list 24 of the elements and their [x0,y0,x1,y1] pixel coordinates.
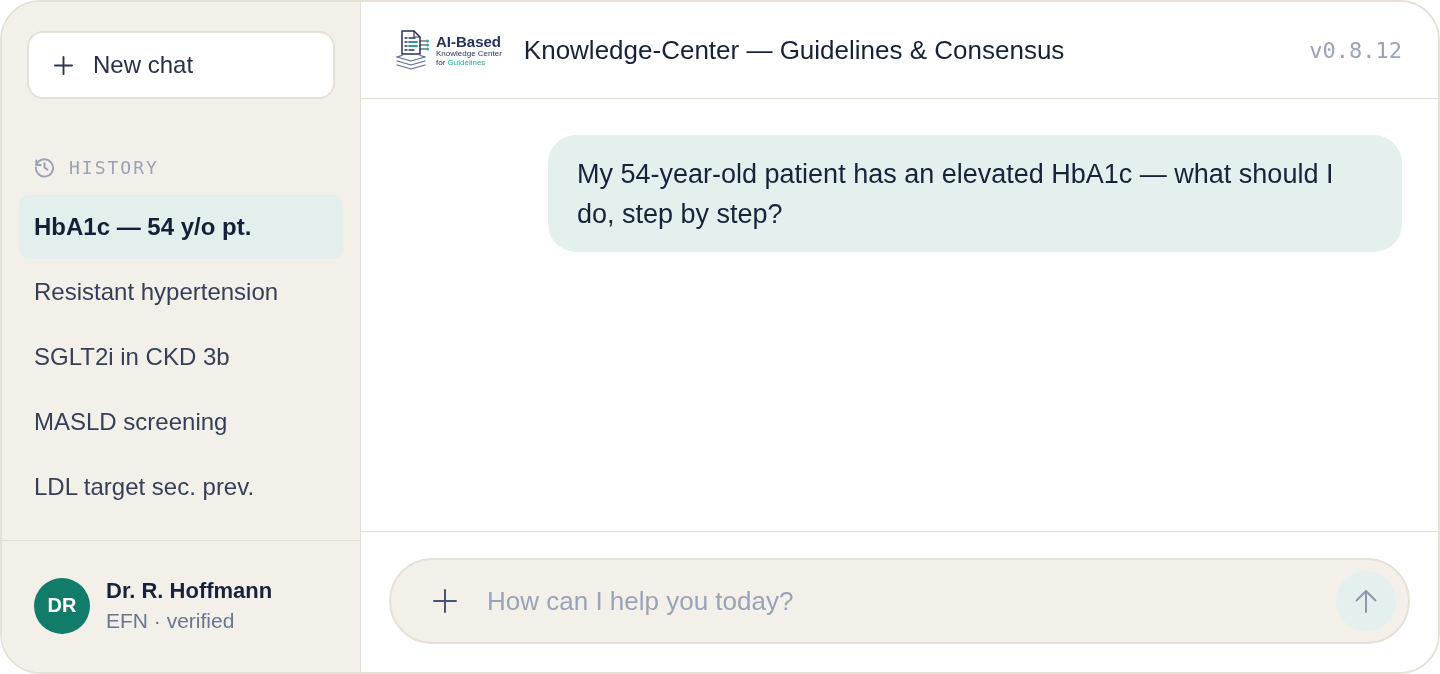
message-input[interactable]: How can I help you today? [487,582,1324,620]
message-composer[interactable]: How can I help you today? [389,558,1410,644]
document-stack-icon [396,30,430,70]
user-status: EFN · verified [106,609,236,633]
history-item[interactable]: Resistant hypertension [19,260,343,324]
user-name: Dr. R. Hoffmann [106,578,273,604]
arrow-up-icon [1355,589,1377,613]
history-icon [34,156,55,178]
history-label: HISTORY [69,156,159,178]
history-item[interactable]: HbA1c — 54 y/o pt. [19,195,343,259]
user-avatar: DR [34,577,90,634]
version-label: v0.8.12 [1309,37,1402,63]
add-button[interactable] [433,589,457,613]
plus-icon [54,55,73,75]
history-item[interactable]: MASLD screening [19,390,343,454]
logo-subtitle: Knowledge Center [436,49,502,58]
logo-title: AI-Based [436,33,502,49]
user-message: My 54-year-old patient has an elevated HbA1c — what should I do, step by step? [548,135,1402,252]
app-title: Knowledge-Center — Guidelines & Consensus [523,34,1066,66]
history-item[interactable]: SGLT2i in CKD 3b [19,325,343,389]
history-item[interactable]: LDL target sec. prev. [19,455,343,519]
logo-tagline: for Guidelines [436,58,487,67]
new-chat-button[interactable]: New chat [27,31,335,99]
plus-icon [433,589,457,613]
